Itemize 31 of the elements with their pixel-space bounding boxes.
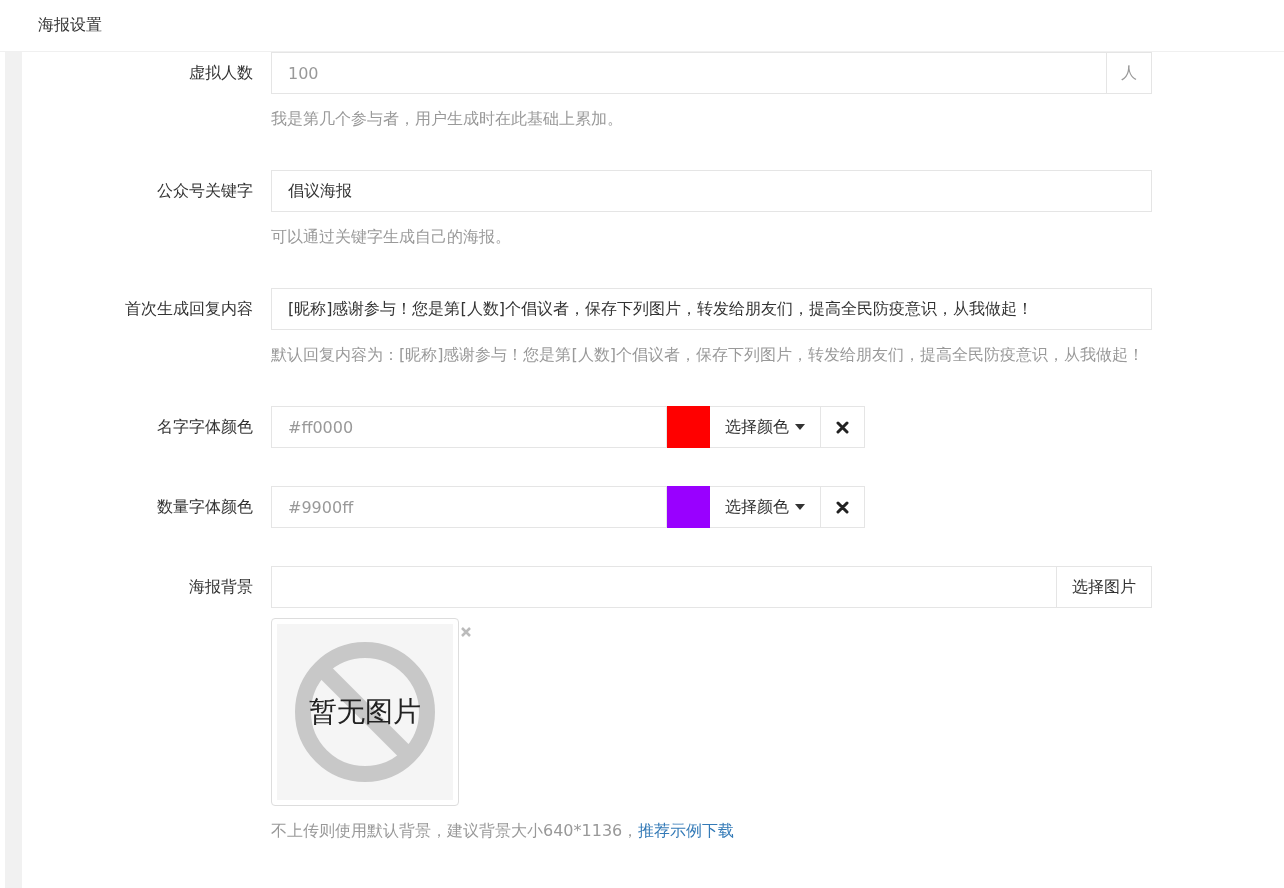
field-label: 首次生成回复内容 <box>124 298 253 320</box>
field-label: 海报背景 <box>188 576 253 598</box>
field-label: 数量字体颜色 <box>156 496 253 518</box>
caret-icon <box>795 424 805 430</box>
pick-color-button[interactable]: 选择颜色 <box>710 486 821 528</box>
pick-color-button[interactable]: 选择颜色 <box>710 406 821 448</box>
color-input[interactable]: #ff0000 <box>271 406 667 448</box>
clear-button[interactable] <box>821 486 865 528</box>
help-text: 可以通过关键字生成自己的海报。 <box>271 226 512 248</box>
page-title: 海报设置 <box>38 15 102 36</box>
field-label: 虚拟人数 <box>188 62 253 84</box>
caret-icon <box>795 504 805 510</box>
text-input[interactable]: 倡议海报 <box>271 170 1152 212</box>
clear-button[interactable] <box>821 406 865 448</box>
close-icon <box>461 627 471 637</box>
field-label: 公众号关键字 <box>156 180 253 202</box>
close-icon <box>836 420 849 434</box>
text-input[interactable]: [昵称]感谢参与！您是第[人数]个倡议者，保存下列图片，转发给朋友们，提高全民防疫意识，从我做起！ <box>271 288 1152 330</box>
download-link[interactable]: 推荐示例下载 <box>638 821 735 840</box>
help-text: 我是第几个参与者，用户生成时在此基础上累加。 <box>271 108 624 130</box>
number-input[interactable]: 100 <box>271 52 1107 94</box>
unit-addon: 人 <box>1107 52 1152 94</box>
close-icon <box>836 500 849 514</box>
field-label: 名字字体颜色 <box>156 416 253 438</box>
no-image-text: 暂无图片 <box>309 694 421 730</box>
color-input[interactable]: #9900ff <box>271 486 667 528</box>
image-path-input[interactable] <box>271 566 1057 608</box>
help-text: 默认回复内容为：[昵称]感谢参与！您是第[人数]个倡议者，保存下列图片，转发给朋友们，提高全民防疫意识，从我做起！ <box>271 344 1145 366</box>
choose-image-button[interactable]: 选择图片 <box>1057 566 1152 608</box>
help-text: 不上传则使用默认背景，建议背景大小640*1136，推荐示例下载 <box>271 820 736 842</box>
no-image-icon <box>295 642 435 782</box>
